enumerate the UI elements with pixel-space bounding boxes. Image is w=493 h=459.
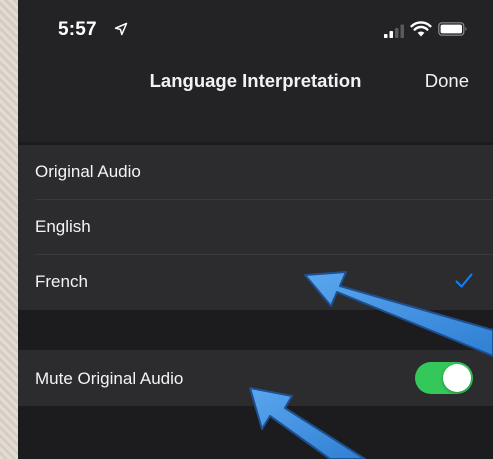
option-label: Original Audio (35, 162, 141, 181)
option-label: English (35, 217, 91, 236)
checkmark-icon (455, 273, 473, 288)
battery-icon (438, 22, 467, 36)
status-time: 5:57 (58, 19, 97, 40)
language-list: Original Audio English French (18, 145, 493, 310)
language-option-original-audio[interactable]: Original Audio (18, 145, 493, 200)
option-label: French (35, 272, 88, 291)
navigation-bar: Language Interpretation Done (18, 60, 493, 142)
mute-original-audio-toggle[interactable] (415, 362, 473, 394)
language-option-french[interactable]: French (18, 255, 493, 310)
phone-screen: 5:57 Language Interpretation Done Origin… (18, 0, 493, 459)
mute-setting-group: Mute Original Audio (18, 350, 493, 406)
wifi-icon (410, 21, 432, 37)
location-arrow-icon (114, 22, 128, 36)
toggle-knob (443, 364, 471, 392)
language-option-english[interactable]: English (18, 200, 493, 255)
page-title: Language Interpretation (149, 70, 362, 91)
mute-original-audio-row: Mute Original Audio (18, 350, 493, 406)
mute-label: Mute Original Audio (35, 369, 184, 388)
signal-icon (384, 24, 404, 38)
done-button[interactable]: Done (425, 70, 469, 92)
status-bar: 5:57 (18, 0, 493, 60)
